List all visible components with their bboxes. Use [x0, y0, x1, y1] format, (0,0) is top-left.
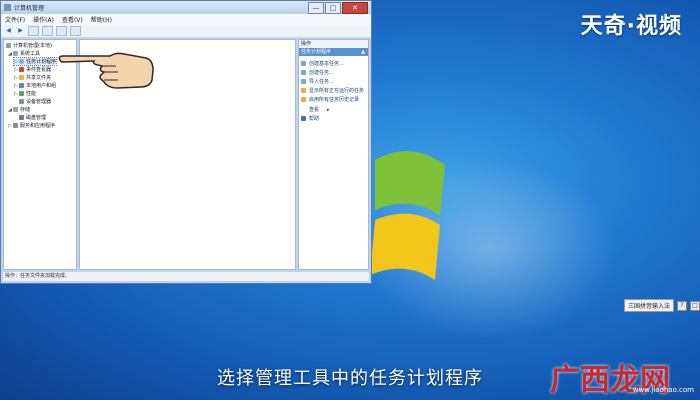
- ime-option-button[interactable]: □: [690, 300, 700, 311]
- submenu-arrow-icon: ▸: [327, 106, 330, 113]
- clock-icon: [19, 59, 24, 64]
- menu-action[interactable]: 操作(A): [33, 15, 54, 24]
- windows-logo: [370, 151, 445, 280]
- tree-item-storage[interactable]: ◢ 存储: [8, 106, 30, 114]
- folder-icon: [19, 75, 24, 80]
- running-icon: [301, 88, 306, 93]
- action-create-basic-task[interactable]: 创建基本任务...: [301, 60, 344, 67]
- brand-watermark-top: 天奇·视频: [580, 14, 682, 39]
- title-bar[interactable]: 计算机管理 — □ ✕: [1, 1, 371, 14]
- help-icon[interactable]: [56, 26, 67, 36]
- up-folder-icon[interactable]: [28, 26, 39, 36]
- minimize-button[interactable]: —: [308, 1, 324, 14]
- disk-icon: [19, 115, 24, 120]
- actions-pane: 操作 任务计划程序 ▲ 创建基本任务... 创建任务... 导入任务... 显示…: [298, 39, 369, 270]
- status-bar: 操作：任务文件夹加载完成。: [3, 272, 369, 281]
- tree-item-computer-management[interactable]: 计算机管理(本地): [6, 42, 52, 49]
- action-show-running-tasks[interactable]: 显示所有正在运行的任务: [301, 87, 364, 94]
- collapse-arrow-icon[interactable]: ▲: [361, 48, 365, 56]
- menu-bar: 文件(F) 操作(A) 查看(V) 帮助(H): [1, 14, 371, 25]
- ime-help-button[interactable]: ?: [677, 300, 687, 311]
- action-view[interactable]: 查看 ▸: [301, 106, 330, 114]
- menu-help[interactable]: 帮助(H): [91, 15, 112, 24]
- device-icon: [19, 99, 24, 104]
- action-enable-history[interactable]: 启用所有任务历史记录: [301, 96, 359, 103]
- history-icon: [301, 97, 306, 102]
- users-icon: [19, 83, 24, 88]
- tools-icon: [13, 51, 18, 56]
- app-icon: [4, 4, 11, 11]
- tree-item-system-tools[interactable]: ◢ 系统工具: [8, 50, 40, 58]
- toolbar: ◀ ▶: [1, 25, 371, 38]
- tree-item-disk-management[interactable]: 磁盘管理: [19, 114, 46, 121]
- performance-icon: [19, 91, 24, 96]
- close-button[interactable]: ✕: [342, 1, 368, 14]
- taskbar-tray: 三国拼音输入法 ? □: [623, 299, 700, 312]
- actions-section-title[interactable]: 任务计划程序 ▲: [299, 48, 368, 56]
- view-icon: [301, 107, 306, 112]
- tree-item-task-scheduler[interactable]: ▷ 任务计划程序: [12, 57, 58, 66]
- show-hide-tree-icon[interactable]: [42, 26, 53, 36]
- window-title: 计算机管理: [14, 5, 45, 12]
- tree-item-event-viewer[interactable]: ▷ 事件查看器: [14, 66, 51, 74]
- tree-item-services-apps[interactable]: ▷ 服务和应用程序: [8, 122, 55, 130]
- back-arrow-icon[interactable]: ◀: [4, 27, 13, 35]
- services-icon: [13, 123, 18, 128]
- pointing-hand-icon: [58, 52, 154, 89]
- watermark-url: www.jiaohao.com: [632, 386, 694, 394]
- event-icon: [19, 67, 24, 72]
- tree-item-local-users[interactable]: ▷ 本地用户和组: [14, 82, 56, 90]
- task-icon: [301, 70, 306, 75]
- import-icon: [301, 79, 306, 84]
- action-import-task[interactable]: 导入任务...: [301, 78, 334, 85]
- tree-item-device-manager[interactable]: 设备管理器: [19, 98, 51, 105]
- actions-header: 操作: [299, 40, 368, 48]
- menu-file[interactable]: 文件(F): [5, 15, 25, 24]
- action-create-task[interactable]: 创建任务...: [301, 69, 334, 76]
- computer-management-window: 计算机管理 — □ ✕ 文件(F) 操作(A) 查看(V) 帮助(H) ◀ ▶ …: [0, 0, 372, 284]
- task-icon: [301, 61, 306, 66]
- computer-icon: [6, 43, 11, 48]
- forward-arrow-icon[interactable]: ▶: [16, 27, 25, 35]
- console-icon[interactable]: [70, 26, 81, 36]
- maximize-button[interactable]: □: [325, 1, 341, 14]
- action-help[interactable]: 帮助: [301, 115, 319, 122]
- ime-indicator[interactable]: 三国拼音输入法: [623, 299, 674, 312]
- storage-icon: [13, 107, 18, 112]
- menu-view[interactable]: 查看(V): [62, 15, 83, 24]
- tree-item-shared-folders[interactable]: ▷ 共享文件夹: [14, 74, 51, 82]
- tree-item-performance[interactable]: ▷ 性能: [14, 90, 36, 98]
- help-icon: [301, 116, 306, 121]
